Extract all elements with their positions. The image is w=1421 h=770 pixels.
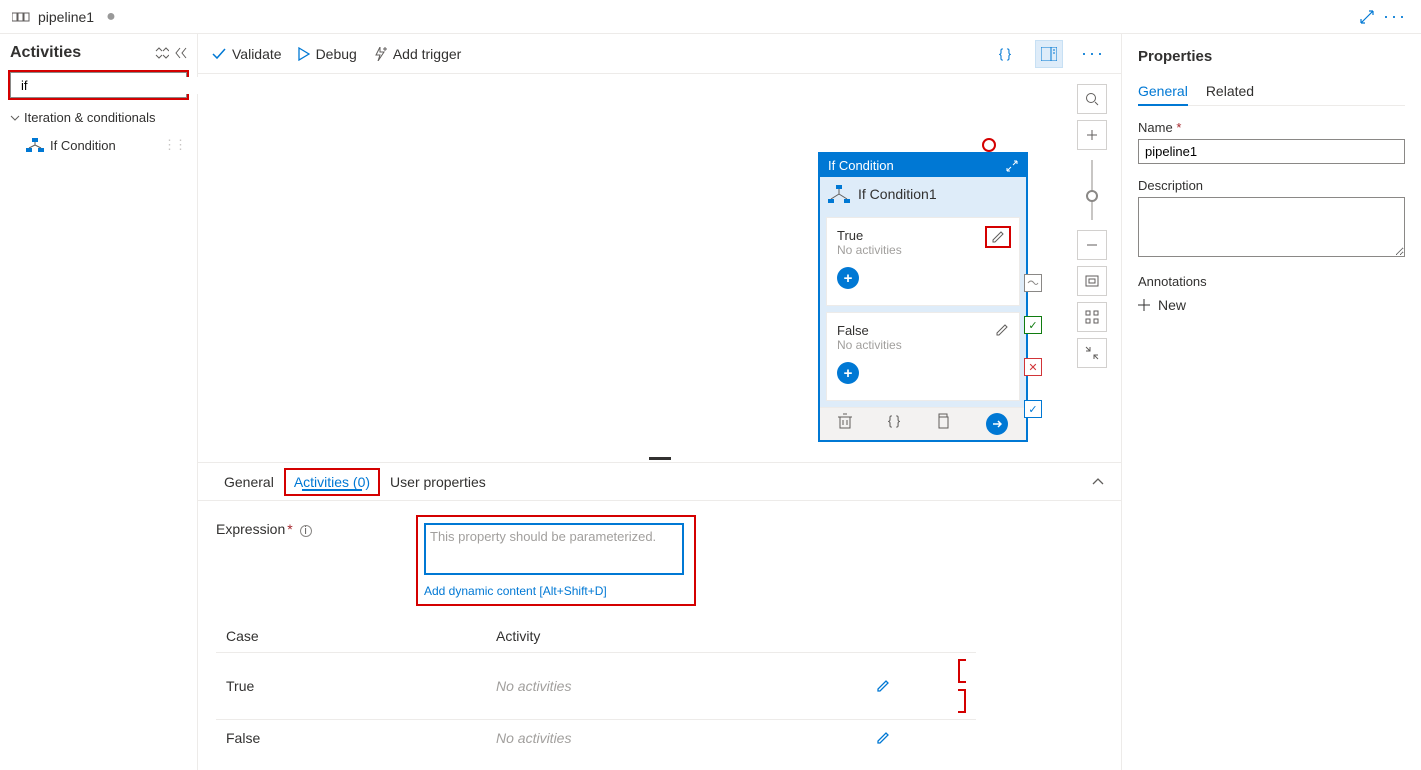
node-name: If Condition1 bbox=[858, 186, 937, 202]
case-table: Case Activity True No activities bbox=[216, 620, 976, 756]
edit-false-branch-button[interactable] bbox=[993, 321, 1011, 339]
add-trigger-button[interactable]: Add trigger bbox=[373, 46, 461, 62]
connector-failure[interactable]: ✕ bbox=[1024, 358, 1042, 376]
node-title-row: If Condition1 bbox=[820, 177, 1026, 211]
chevron-down-icon bbox=[10, 114, 20, 122]
pipeline-title: pipeline1 bbox=[38, 9, 94, 25]
activities-heading: Activities bbox=[10, 44, 149, 62]
false-label: False bbox=[837, 323, 1009, 338]
category-iteration[interactable]: Iteration & conditionals bbox=[10, 110, 187, 125]
tab-activities-highlight: Activities (0) bbox=[284, 468, 380, 496]
info-icon[interactable]: i bbox=[300, 525, 312, 537]
debug-button[interactable]: Debug bbox=[298, 46, 357, 62]
collapse-fullscreen-button[interactable] bbox=[1077, 338, 1107, 368]
if-condition-icon bbox=[26, 138, 44, 152]
search-input[interactable] bbox=[17, 77, 199, 94]
new-annotation-button[interactable]: New bbox=[1138, 297, 1405, 313]
case-row-true: True No activities bbox=[216, 653, 976, 720]
zoom-out-button[interactable] bbox=[1077, 230, 1107, 260]
true-branch: True No activities + bbox=[826, 217, 1020, 306]
play-icon bbox=[298, 47, 310, 61]
annotations-label: Annotations bbox=[1138, 274, 1405, 289]
pipeline-icon bbox=[12, 10, 30, 24]
true-sublabel: No activities bbox=[837, 243, 1009, 257]
node-connectors: ✓ ✕ ✓ bbox=[1024, 274, 1042, 418]
connector-success[interactable]: ✓ bbox=[1024, 316, 1042, 334]
status-indicator bbox=[982, 138, 996, 152]
tab-user-properties[interactable]: User properties bbox=[380, 466, 496, 498]
expression-label: Expression* i bbox=[216, 515, 416, 537]
activity-if-condition[interactable]: If Condition ⋮⋮ bbox=[8, 131, 189, 159]
titlebar: pipeline1 ● ··· bbox=[0, 0, 1421, 34]
more-icon[interactable]: ··· bbox=[1381, 3, 1409, 31]
autolayout-button[interactable] bbox=[1077, 302, 1107, 332]
canvas-search-button[interactable] bbox=[1077, 84, 1107, 114]
connector-completion[interactable]: ✓ bbox=[1024, 400, 1042, 418]
properties-toggle-button[interactable] bbox=[1035, 40, 1063, 68]
node-header[interactable]: If Condition bbox=[820, 154, 1026, 177]
zoom-controls bbox=[1077, 84, 1107, 368]
edit-false-case-button[interactable] bbox=[876, 731, 966, 745]
name-label: Name * bbox=[1138, 120, 1405, 135]
edit-true-branch-button[interactable] bbox=[985, 226, 1011, 248]
name-input[interactable] bbox=[1138, 139, 1405, 164]
zoom-in-button[interactable] bbox=[1077, 120, 1107, 150]
tab-activities[interactable]: Activities (0) bbox=[294, 474, 370, 490]
properties-panel: Properties General Related Name * Descri… bbox=[1121, 34, 1421, 770]
props-tab-related[interactable]: Related bbox=[1206, 77, 1254, 105]
add-false-activity-button[interactable]: + bbox=[837, 362, 859, 384]
expand-node-icon[interactable] bbox=[1006, 160, 1018, 172]
activities-panel: Activities Iteration & conditionals bbox=[0, 34, 198, 770]
activity-label: If Condition bbox=[50, 138, 116, 153]
toolbar-more-icon[interactable]: ··· bbox=[1079, 40, 1107, 68]
expand-icon[interactable] bbox=[1353, 3, 1381, 31]
validate-button[interactable]: Validate bbox=[212, 46, 282, 62]
delete-node-button[interactable] bbox=[838, 413, 852, 435]
collapse-panel-icon[interactable] bbox=[175, 47, 187, 59]
fit-screen-button[interactable] bbox=[1077, 266, 1107, 296]
if-condition-node[interactable]: If Condition If Condition1 bbox=[818, 152, 1028, 442]
col-case: Case bbox=[216, 620, 486, 653]
panel-splitter[interactable] bbox=[198, 454, 1121, 462]
zoom-slider[interactable] bbox=[1091, 160, 1093, 220]
canvas-toolbar: Validate Debug Add trigger { } ··· bbox=[198, 34, 1121, 74]
col-activity: Activity bbox=[486, 620, 866, 653]
run-node-button[interactable] bbox=[986, 413, 1008, 435]
connector-skip[interactable] bbox=[1024, 274, 1042, 292]
add-dynamic-content-link[interactable]: Add dynamic content [Alt+Shift+D] bbox=[424, 584, 688, 598]
trigger-icon bbox=[373, 47, 387, 61]
collapse-detail-icon[interactable] bbox=[1091, 477, 1105, 487]
zoom-slider-thumb[interactable] bbox=[1086, 190, 1098, 202]
expand-all-icon[interactable] bbox=[155, 47, 169, 59]
false-sublabel: No activities bbox=[837, 338, 1009, 352]
true-label: True bbox=[837, 228, 1009, 243]
expression-highlight: Add dynamic content [Alt+Shift+D] bbox=[416, 515, 696, 606]
category-label: Iteration & conditionals bbox=[24, 110, 156, 125]
properties-heading: Properties bbox=[1138, 48, 1405, 65]
props-tab-general[interactable]: General bbox=[1138, 77, 1188, 105]
node-type-icon bbox=[828, 185, 850, 203]
unsaved-indicator: ● bbox=[106, 8, 116, 26]
json-view-button[interactable]: { } bbox=[991, 40, 1019, 68]
description-label: Description bbox=[1138, 178, 1405, 193]
add-true-activity-button[interactable]: + bbox=[837, 267, 859, 289]
description-input[interactable] bbox=[1138, 197, 1405, 257]
copy-node-button[interactable] bbox=[936, 413, 950, 435]
activity-detail-panel: General Activities (0) User properties bbox=[198, 462, 1121, 770]
false-branch: False No activities + bbox=[826, 312, 1020, 401]
plus-icon bbox=[1138, 299, 1150, 311]
drag-grip-icon: ⋮⋮ bbox=[163, 137, 185, 153]
edit-true-case-button[interactable] bbox=[876, 659, 966, 713]
expression-input[interactable] bbox=[424, 523, 684, 575]
check-icon bbox=[212, 48, 226, 60]
search-highlight bbox=[8, 70, 189, 100]
node-json-button[interactable]: { } bbox=[888, 413, 900, 435]
case-row-false: False No activities bbox=[216, 720, 976, 757]
node-footer: { } bbox=[820, 407, 1026, 440]
design-canvas[interactable]: If Condition If Condition1 bbox=[198, 74, 1121, 770]
tab-general[interactable]: General bbox=[214, 466, 284, 498]
activity-search[interactable] bbox=[10, 72, 187, 98]
